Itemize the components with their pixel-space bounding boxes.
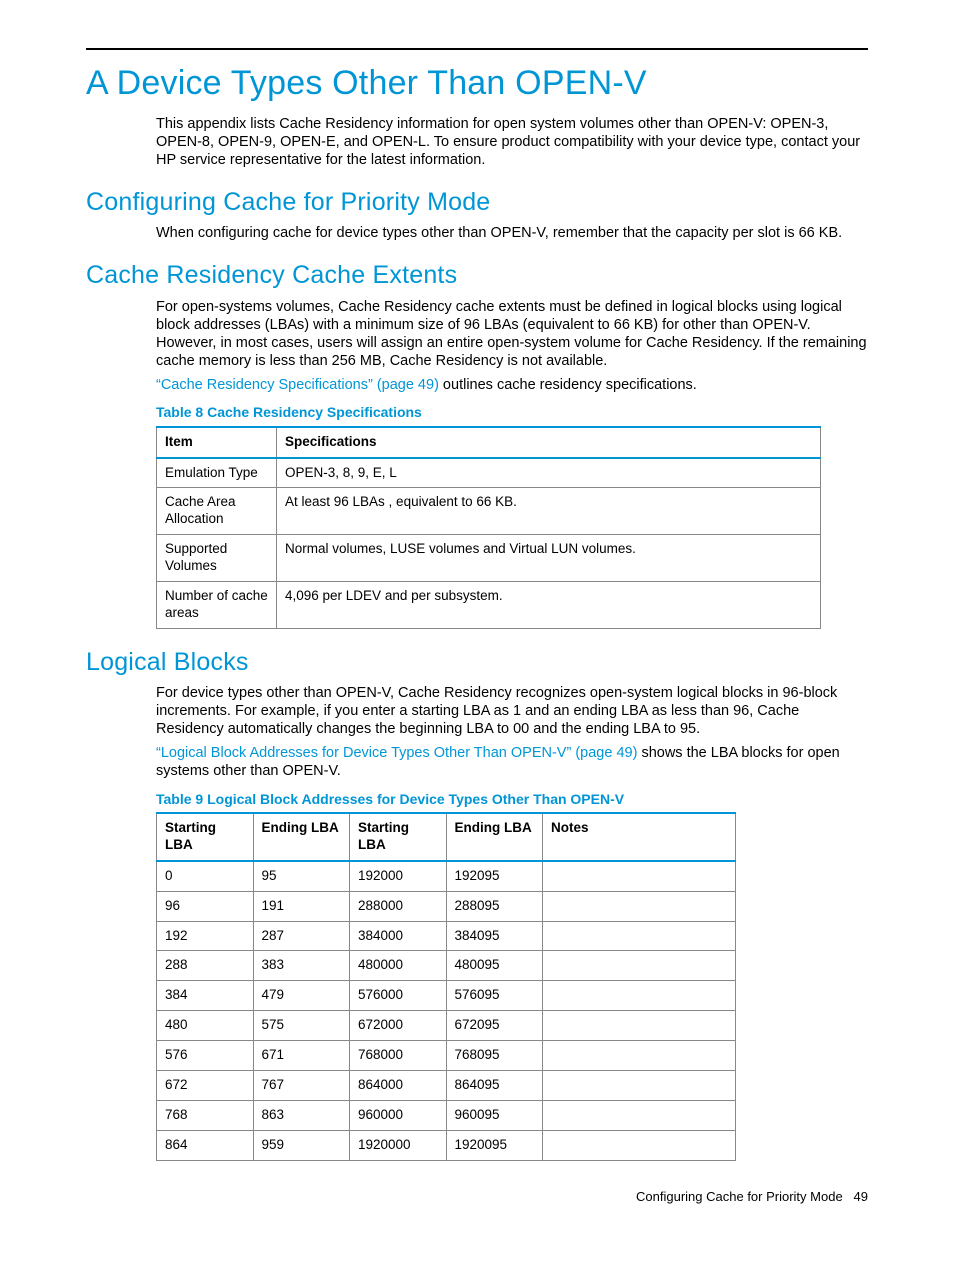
table-cell: 863: [253, 1100, 350, 1130]
table-cell: 768000: [350, 1041, 447, 1071]
table-cell: 576000: [350, 981, 447, 1011]
table9-header: Starting LBA: [157, 813, 254, 861]
table9-header: Notes: [543, 813, 736, 861]
table-cell: 576095: [446, 981, 543, 1011]
table9: Starting LBA Ending LBA Starting LBA End…: [156, 812, 736, 1161]
table-cell: 192: [157, 921, 254, 951]
table-cell: 288095: [446, 891, 543, 921]
intro-paragraph: This appendix lists Cache Residency info…: [156, 115, 868, 169]
table-cell: OPEN-3, 8, 9, E, L: [277, 458, 821, 488]
table-cell: 960095: [446, 1100, 543, 1130]
table-cell: Cache Area Allocation: [157, 488, 277, 535]
table-cell: Supported Volumes: [157, 535, 277, 582]
table-cell: 288000: [350, 891, 447, 921]
table-cell: [543, 1041, 736, 1071]
table-cell: 672095: [446, 1011, 543, 1041]
top-rule: [86, 48, 868, 50]
table-cell: 480000: [350, 951, 447, 981]
table-cell: 480095: [446, 951, 543, 981]
table-cell: [543, 861, 736, 891]
table-cell: At least 96 LBAs , equivalent to 66 KB.: [277, 488, 821, 535]
table-cell: 96: [157, 891, 254, 921]
table-cell: 480: [157, 1011, 254, 1041]
cache-spec-link-tail: outlines cache residency specifications.: [439, 377, 697, 393]
table-cell: [543, 1130, 736, 1160]
table-cell: [543, 1070, 736, 1100]
table-cell: [543, 921, 736, 951]
table9-header: Starting LBA: [350, 813, 447, 861]
section-configuring-cache-body: When configuring cache for device types …: [156, 224, 868, 242]
table-cell: [543, 1011, 736, 1041]
table8-header: Item: [157, 427, 277, 458]
table8: Item Specifications Emulation TypeOPEN-3…: [156, 426, 821, 629]
table-cell: [543, 1100, 736, 1130]
table9-header: Ending LBA: [446, 813, 543, 861]
cache-spec-link-paragraph: “Cache Residency Specifications” (page 4…: [156, 376, 868, 394]
table-cell: 192000: [350, 861, 447, 891]
table-cell: 479: [253, 981, 350, 1011]
table-cell: 575: [253, 1011, 350, 1041]
table-cell: [543, 981, 736, 1011]
table-cell: 576: [157, 1041, 254, 1071]
cache-spec-link[interactable]: “Cache Residency Specifications” (page 4…: [156, 377, 439, 393]
table8-header: Specifications: [277, 427, 821, 458]
table-cell: Normal volumes, LUSE volumes and Virtual…: [277, 535, 821, 582]
table9-caption: Table 9 Logical Block Addresses for Devi…: [156, 791, 868, 809]
table-cell: 672000: [350, 1011, 447, 1041]
table-cell: 864: [157, 1130, 254, 1160]
table-cell: 864000: [350, 1070, 447, 1100]
table-cell: 384000: [350, 921, 447, 951]
table-cell: Emulation Type: [157, 458, 277, 488]
table-cell: [543, 891, 736, 921]
page-footer: Configuring Cache for Priority Mode 49: [86, 1189, 868, 1205]
lba-link[interactable]: “Logical Block Addresses for Device Type…: [156, 745, 637, 761]
page-title: A Device Types Other Than OPEN-V: [86, 62, 868, 105]
table9-header: Ending LBA: [253, 813, 350, 861]
section-logical-blocks-body: For device types other than OPEN-V, Cach…: [156, 684, 868, 738]
table-cell: 0: [157, 861, 254, 891]
table-cell: 288: [157, 951, 254, 981]
table-cell: 864095: [446, 1070, 543, 1100]
table-cell: 768095: [446, 1041, 543, 1071]
section-cache-extents-heading: Cache Residency Cache Extents: [86, 260, 868, 291]
table-cell: 4,096 per LDEV and per subsystem.: [277, 581, 821, 628]
table-cell: 1920095: [446, 1130, 543, 1160]
table-cell: 768: [157, 1100, 254, 1130]
section-configuring-cache-heading: Configuring Cache for Priority Mode: [86, 187, 868, 218]
table-cell: 287: [253, 921, 350, 951]
table-cell: 960000: [350, 1100, 447, 1130]
table8-caption: Table 8 Cache Residency Specifications: [156, 404, 868, 422]
footer-text: Configuring Cache for Priority Mode: [636, 1189, 843, 1204]
lba-link-paragraph: “Logical Block Addresses for Device Type…: [156, 744, 868, 780]
table-cell: 384095: [446, 921, 543, 951]
table-cell: 671: [253, 1041, 350, 1071]
table-cell: Number of cache areas: [157, 581, 277, 628]
table-cell: 959: [253, 1130, 350, 1160]
table-cell: [543, 951, 736, 981]
section-logical-blocks-heading: Logical Blocks: [86, 647, 868, 678]
footer-page-number: 49: [854, 1189, 868, 1204]
section-cache-extents-body: For open-systems volumes, Cache Residenc…: [156, 298, 868, 371]
table-cell: 191: [253, 891, 350, 921]
table-cell: 672: [157, 1070, 254, 1100]
table-cell: 95: [253, 861, 350, 891]
table-cell: 384: [157, 981, 254, 1011]
table-cell: 192095: [446, 861, 543, 891]
table-cell: 383: [253, 951, 350, 981]
table-cell: 767: [253, 1070, 350, 1100]
table-cell: 1920000: [350, 1130, 447, 1160]
